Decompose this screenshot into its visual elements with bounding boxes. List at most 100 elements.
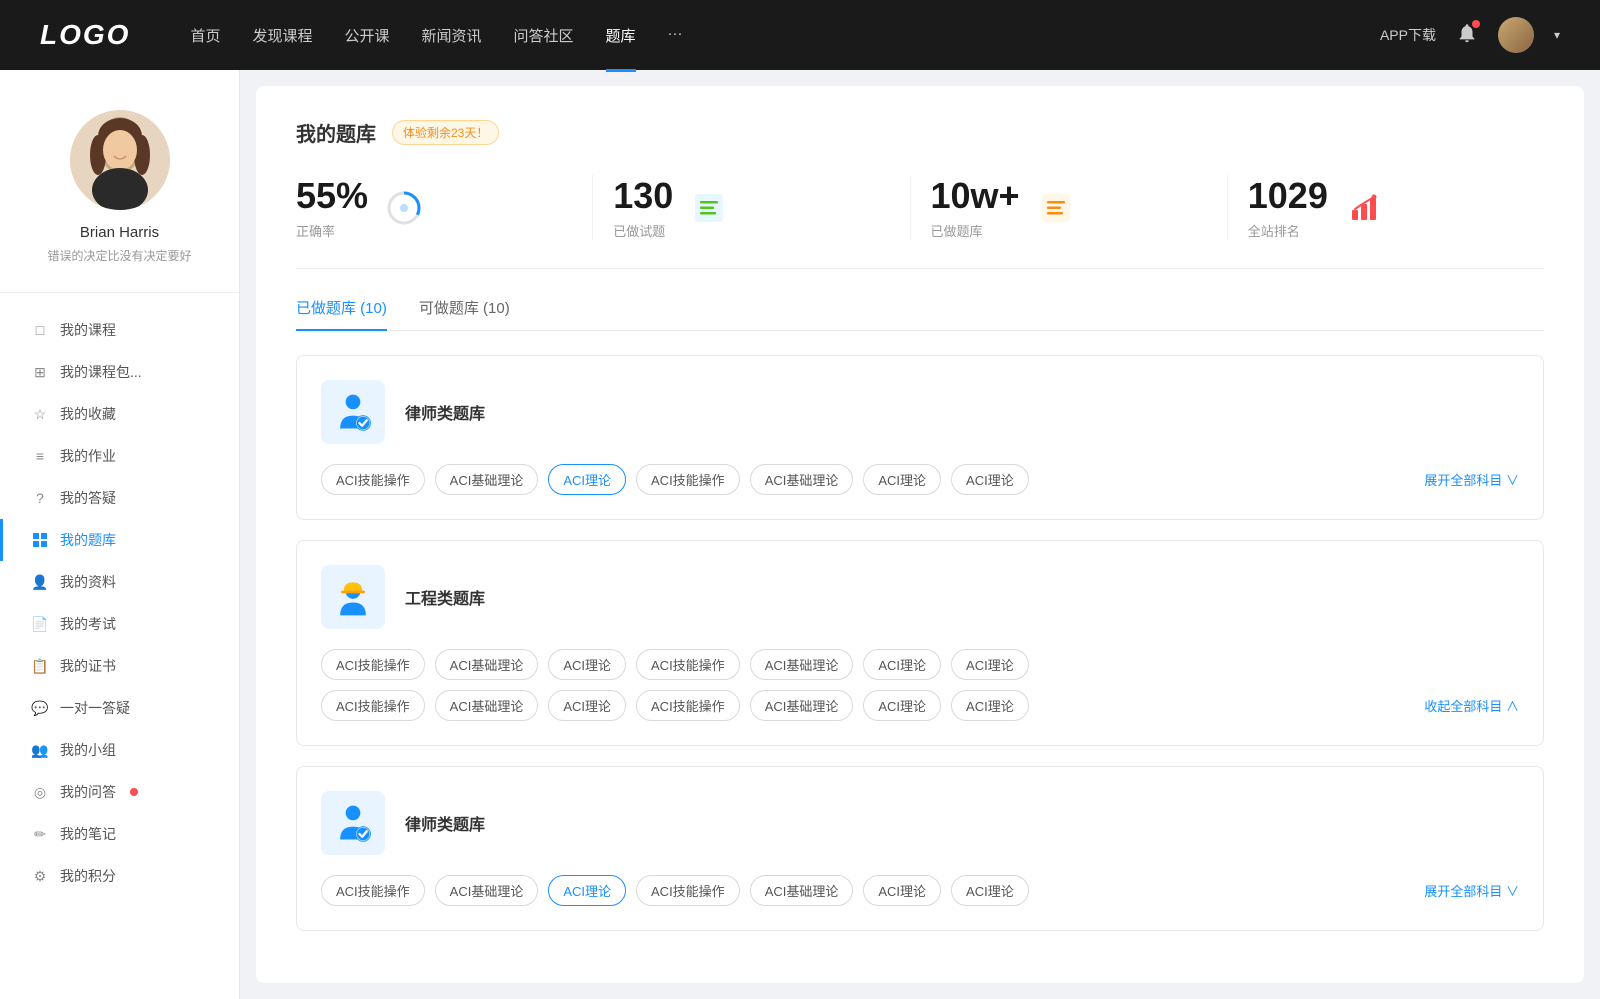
banks-done-icon (1036, 188, 1076, 228)
sidebar-item-favorites[interactable]: ☆ 我的收藏 (0, 393, 239, 435)
profile-section: Brian Harris 错误的决定比没有决定要好 (0, 70, 239, 284)
points-icon: ⚙ (32, 868, 48, 884)
bank-tags-row1-1: ACI技能操作 ACI基础理论 ACI理论 ACI技能操作 ACI基础理论 AC… (321, 649, 1519, 680)
questions-done-label: 已做试题 (613, 221, 673, 240)
sidebar-item-courses[interactable]: □ 我的课程 (0, 309, 239, 351)
avatar-image (1498, 17, 1534, 53)
tag-1-r2-5[interactable]: ACI理论 (863, 690, 941, 721)
stats-row: 55% 正确率 130 已做试题 (296, 175, 1544, 269)
nav-qa[interactable]: 问答社区 (514, 21, 574, 50)
exam-label: 我的考试 (60, 614, 116, 634)
tag-2-1[interactable]: ACI基础理论 (435, 875, 539, 906)
points-label: 我的积分 (60, 866, 116, 886)
nav-home[interactable]: 首页 (190, 21, 220, 50)
sidebar-item-course-package[interactable]: ⊞ 我的课程包... (0, 351, 239, 393)
tag-0-6[interactable]: ACI理论 (951, 464, 1029, 495)
questions-icon: ◎ (32, 784, 48, 800)
tag-1-r2-6[interactable]: ACI理论 (951, 690, 1029, 721)
expand-link-2[interactable]: 展开全部科目 ∨ (1424, 881, 1519, 900)
tag-1-r2-2[interactable]: ACI理论 (548, 690, 626, 721)
profile-avatar (70, 110, 170, 210)
question-bank-icon (32, 532, 48, 548)
tag-0-3[interactable]: ACI技能操作 (636, 464, 740, 495)
tag-2-0[interactable]: ACI技能操作 (321, 875, 425, 906)
app-download-button[interactable]: APP下载 (1380, 25, 1436, 45)
homework-icon: ≡ (32, 448, 48, 464)
sidebar-item-groups[interactable]: 👥 我的小组 (0, 729, 239, 771)
sidebar-item-questions[interactable]: ◎ 我的问答 (0, 771, 239, 813)
tag-2-5[interactable]: ACI理论 (863, 875, 941, 906)
tag-1-5[interactable]: ACI理论 (863, 649, 941, 680)
tag-0-1[interactable]: ACI基础理论 (435, 464, 539, 495)
certificate-label: 我的证书 (60, 656, 116, 676)
ranking-icon (1344, 188, 1384, 228)
notification-bell[interactable] (1456, 22, 1478, 49)
tab-done[interactable]: 已做题库 (10) (296, 297, 387, 330)
nav-discover[interactable]: 发现课程 (252, 21, 312, 50)
tag-1-6[interactable]: ACI理论 (951, 649, 1029, 680)
sidebar-item-notes[interactable]: ✏ 我的笔记 (0, 813, 239, 855)
avatar[interactable] (1498, 17, 1534, 53)
profile-label: 我的资料 (60, 572, 116, 592)
correct-rate-icon (384, 188, 424, 228)
tag-2-3[interactable]: ACI技能操作 (636, 875, 740, 906)
sidebar-item-exam[interactable]: 📄 我的考试 (0, 603, 239, 645)
tag-2-6[interactable]: ACI理论 (951, 875, 1029, 906)
tab-available[interactable]: 可做题库 (10) (419, 297, 510, 330)
tag-0-0[interactable]: ACI技能操作 (321, 464, 425, 495)
bank-header-0: 律师类题库 (321, 380, 1519, 444)
notes-icon: ✏ (32, 826, 48, 842)
sidebar-item-profile[interactable]: 👤 我的资料 (0, 561, 239, 603)
sidebar-item-question-bank[interactable]: 我的题库 (0, 519, 239, 561)
tag-2-4[interactable]: ACI基础理论 (750, 875, 854, 906)
exam-icon: 📄 (32, 616, 48, 632)
tag-1-r2-0[interactable]: ACI技能操作 (321, 690, 425, 721)
logo[interactable]: LOGO (40, 19, 130, 51)
tag-1-3[interactable]: ACI技能操作 (636, 649, 740, 680)
collapse-link-1[interactable]: 收起全部科目 ∧ (1424, 696, 1519, 715)
bank-avatar-1 (321, 565, 385, 629)
tag-1-2[interactable]: ACI理论 (548, 649, 626, 680)
bank-section-1: 工程类题库 ACI技能操作 ACI基础理论 ACI理论 ACI技能操作 ACI基… (296, 540, 1544, 746)
stat-value-banks: 10w+ 已做题库 (931, 175, 1020, 240)
tag-0-5[interactable]: ACI理论 (863, 464, 941, 495)
course-package-icon: ⊞ (32, 364, 48, 380)
tag-1-r2-3[interactable]: ACI技能操作 (636, 690, 740, 721)
stat-banks-done: 10w+ 已做题库 (911, 175, 1228, 240)
nav-open-course[interactable]: 公开课 (344, 21, 389, 50)
profile-name: Brian Harris (80, 224, 159, 241)
sidebar-menu: □ 我的课程 ⊞ 我的课程包... ☆ 我的收藏 ≡ 我的作业 ? 我的答疑 (0, 301, 239, 905)
page-header: 我的题库 体验剩余23天！ (296, 118, 1544, 147)
bank-title-1: 工程类题库 (405, 585, 485, 609)
certificate-icon: 📋 (32, 658, 48, 674)
correct-rate-value: 55% (296, 175, 368, 217)
sidebar-item-homework[interactable]: ≡ 我的作业 (0, 435, 239, 477)
stat-value-ranking: 1029 全站排名 (1248, 175, 1328, 240)
correct-rate-label: 正确率 (296, 221, 368, 240)
user-menu-chevron[interactable]: ▾ (1554, 28, 1560, 42)
banks-done-label: 已做题库 (931, 221, 1020, 240)
tag-0-4[interactable]: ACI基础理论 (750, 464, 854, 495)
nav-news[interactable]: 新闻资讯 (422, 21, 482, 50)
tag-1-r2-1[interactable]: ACI基础理论 (435, 690, 539, 721)
lawyer-icon-2 (331, 801, 375, 845)
sidebar-item-certificate[interactable]: 📋 我的证书 (0, 645, 239, 687)
tag-0-2[interactable]: ACI理论 (548, 464, 626, 495)
tag-1-4[interactable]: ACI基础理论 (750, 649, 854, 680)
tutoring-icon: 💬 (32, 700, 48, 716)
nav-more[interactable]: ··· (668, 21, 683, 50)
sidebar-item-tutoring[interactable]: 💬 一对一答疑 (0, 687, 239, 729)
courses-icon: □ (32, 322, 48, 338)
nav-question-bank[interactable]: 题库 (606, 21, 636, 50)
favorites-label: 我的收藏 (60, 404, 116, 424)
stat-correct-rate: 55% 正确率 (296, 175, 593, 240)
tag-2-2[interactable]: ACI理论 (548, 875, 626, 906)
tag-1-r2-4[interactable]: ACI基础理论 (750, 690, 854, 721)
tag-1-0[interactable]: ACI技能操作 (321, 649, 425, 680)
expand-link-0[interactable]: 展开全部科目 ∨ (1424, 470, 1519, 489)
sidebar-item-points[interactable]: ⚙ 我的积分 (0, 855, 239, 897)
notes-label: 我的笔记 (60, 824, 116, 844)
sidebar-item-qa[interactable]: ? 我的答疑 (0, 477, 239, 519)
tag-1-1[interactable]: ACI基础理论 (435, 649, 539, 680)
questions-notification-dot (130, 788, 138, 796)
